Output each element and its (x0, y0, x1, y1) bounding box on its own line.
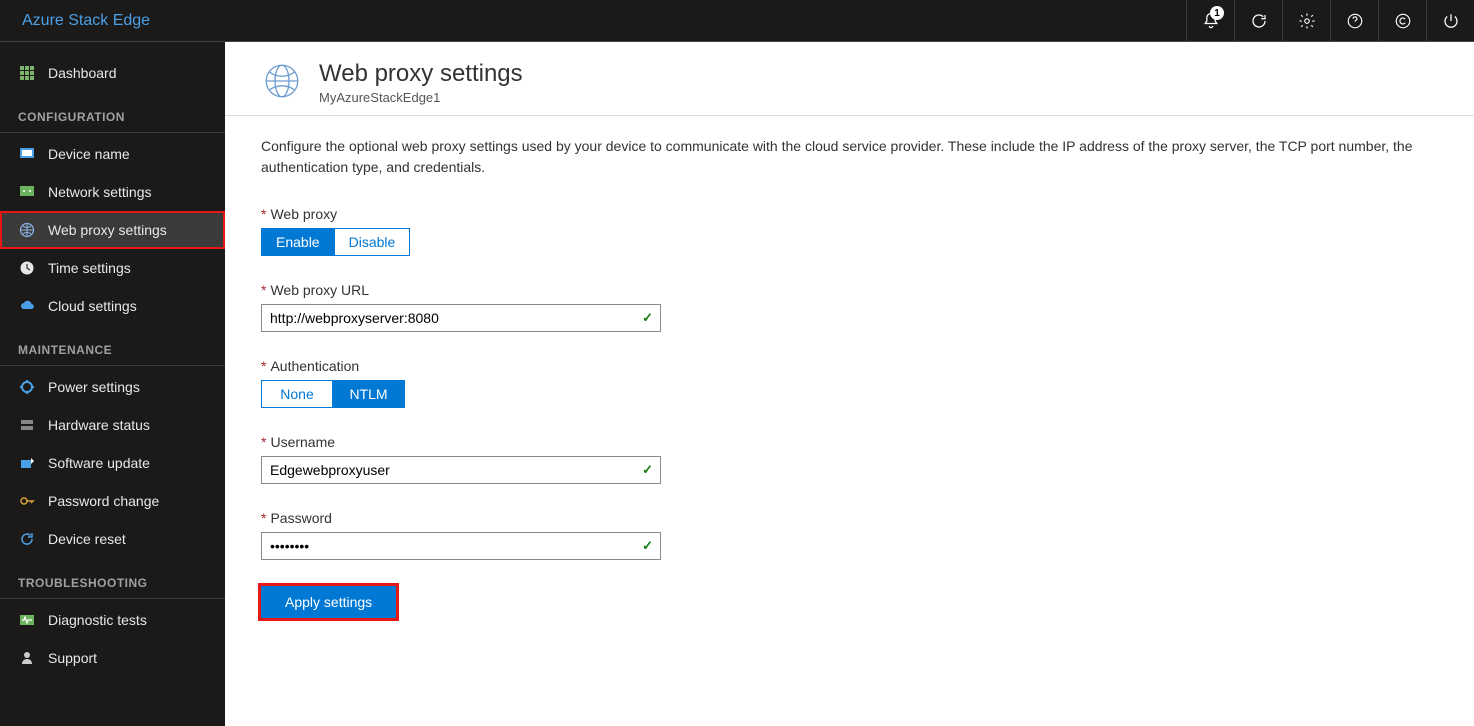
label-text: Web proxy (270, 206, 337, 222)
refresh-icon (1250, 12, 1268, 30)
sidebar-item-time-settings[interactable]: Time settings (0, 249, 225, 287)
page-subtitle: MyAzureStackEdge1 (319, 90, 523, 105)
page-description: Configure the optional web proxy setting… (261, 136, 1474, 178)
globe-icon (18, 221, 36, 239)
sidebar-item-device-name[interactable]: Device name (0, 135, 225, 173)
label-text: Password (270, 510, 331, 526)
copyright-button[interactable] (1378, 0, 1426, 41)
power-button[interactable] (1426, 0, 1474, 41)
check-icon: ✓ (642, 538, 653, 554)
cloud-icon (18, 297, 36, 315)
sidebar-item-label: Network settings (48, 184, 151, 200)
sidebar-item-support[interactable]: Support (0, 639, 225, 677)
sidebar-item-password-change[interactable]: Password change (0, 482, 225, 520)
notifications-button[interactable]: 1 (1186, 0, 1234, 41)
sidebar-item-label: Time settings (48, 260, 131, 276)
sidebar-section-maintenance: MAINTENANCE (0, 325, 225, 366)
page-divider (225, 115, 1474, 116)
key-icon (18, 492, 36, 510)
sidebar-section-configuration: CONFIGURATION (0, 92, 225, 133)
username-label: *Username (261, 434, 1474, 450)
page-header: Web proxy settings MyAzureStackEdge1 (261, 60, 1474, 105)
sidebar-item-label: Web proxy settings (48, 222, 167, 238)
password-input[interactable] (261, 532, 661, 560)
settings-button[interactable] (1282, 0, 1330, 41)
monitor-icon (18, 145, 36, 163)
gear-icon (1298, 12, 1316, 30)
form-group-web-proxy: *Web proxy Enable Disable (261, 206, 1474, 256)
sidebar-item-label: Cloud settings (48, 298, 137, 314)
sidebar-item-device-reset[interactable]: Device reset (0, 520, 225, 558)
auth-toggle: None NTLM (261, 380, 405, 408)
web-proxy-disable-button[interactable]: Disable (335, 228, 411, 256)
web-proxy-toggle: Enable Disable (261, 228, 410, 256)
sidebar-item-label: Software update (48, 455, 150, 471)
form-group-apply: Apply settings (261, 586, 1474, 618)
form-group-url: *Web proxy URL ✓ (261, 282, 1474, 332)
update-icon (18, 454, 36, 472)
form-group-auth: *Authentication None NTLM (261, 358, 1474, 408)
power-icon (1442, 12, 1460, 30)
globe-large-icon (261, 60, 303, 105)
auth-label: *Authentication (261, 358, 1474, 374)
sidebar-item-label: Diagnostic tests (48, 612, 147, 628)
sidebar-item-label: Support (48, 650, 97, 666)
brand-title: Azure Stack Edge (0, 12, 150, 30)
sidebar-item-label: Hardware status (48, 417, 150, 433)
sidebar-item-network-settings[interactable]: Network settings (0, 173, 225, 211)
help-icon (1346, 12, 1364, 30)
pulse-icon (18, 611, 36, 629)
page-title: Web proxy settings (319, 60, 523, 88)
sidebar-item-cloud-settings[interactable]: Cloud settings (0, 287, 225, 325)
sidebar-section-troubleshooting: TROUBLESHOOTING (0, 558, 225, 599)
sidebar: Dashboard CONFIGURATION Device name Netw… (0, 42, 225, 726)
sidebar-item-power-settings[interactable]: Power settings (0, 368, 225, 406)
person-icon (18, 649, 36, 667)
sidebar-item-diagnostic-tests[interactable]: Diagnostic tests (0, 601, 225, 639)
auth-none-button[interactable]: None (261, 380, 333, 408)
label-text: Username (270, 434, 335, 450)
label-text: Web proxy URL (270, 282, 369, 298)
check-icon: ✓ (642, 462, 653, 478)
apply-settings-button[interactable]: Apply settings (261, 586, 396, 618)
label-text: Authentication (270, 358, 359, 374)
web-proxy-url-input[interactable] (261, 304, 661, 332)
sidebar-item-label: Password change (48, 493, 159, 509)
copyright-icon (1394, 12, 1412, 30)
auth-ntlm-button[interactable]: NTLM (333, 380, 405, 408)
sidebar-item-label: Power settings (48, 379, 140, 395)
notifications-badge: 1 (1210, 6, 1224, 20)
username-input[interactable] (261, 456, 661, 484)
help-button[interactable] (1330, 0, 1378, 41)
reset-icon (18, 530, 36, 548)
clock-icon (18, 259, 36, 277)
main-content: Web proxy settings MyAzureStackEdge1 Con… (225, 42, 1474, 726)
form-group-password: *Password ✓ (261, 510, 1474, 560)
network-icon (18, 183, 36, 201)
sidebar-item-web-proxy[interactable]: Web proxy settings (0, 211, 225, 249)
server-icon (18, 416, 36, 434)
check-icon: ✓ (642, 310, 653, 326)
sidebar-item-label: Dashboard (48, 65, 117, 81)
power-gear-icon (18, 378, 36, 396)
topbar-actions: 1 (1186, 0, 1474, 41)
sidebar-item-dashboard[interactable]: Dashboard (0, 54, 225, 92)
grid-icon (18, 64, 36, 82)
password-label: *Password (261, 510, 1474, 526)
topbar: Azure Stack Edge 1 (0, 0, 1474, 42)
web-proxy-label: *Web proxy (261, 206, 1474, 222)
sidebar-item-software-update[interactable]: Software update (0, 444, 225, 482)
sidebar-item-hardware-status[interactable]: Hardware status (0, 406, 225, 444)
sidebar-item-label: Device name (48, 146, 130, 162)
refresh-button[interactable] (1234, 0, 1282, 41)
url-label: *Web proxy URL (261, 282, 1474, 298)
web-proxy-enable-button[interactable]: Enable (261, 228, 335, 256)
sidebar-item-label: Device reset (48, 531, 126, 547)
form-group-username: *Username ✓ (261, 434, 1474, 484)
